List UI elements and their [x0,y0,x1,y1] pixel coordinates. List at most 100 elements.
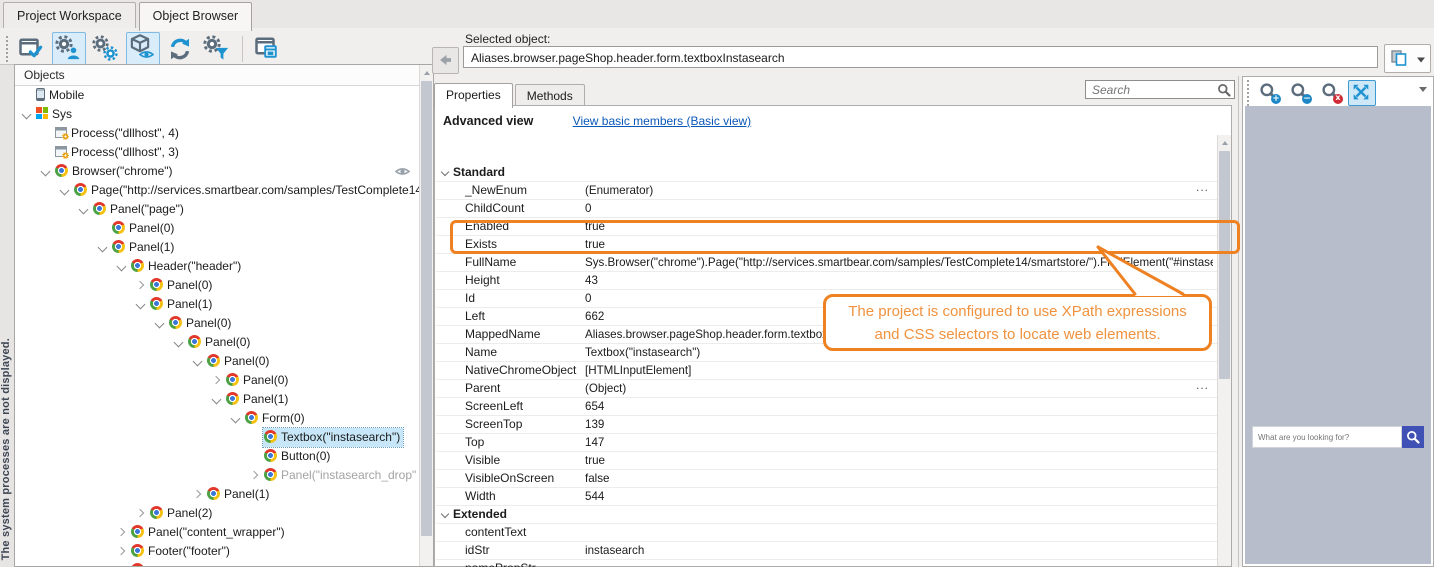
property-row-idstr[interactable]: idStrinstasearch [436,542,1217,560]
tab-methods[interactable]: Methods [515,84,585,107]
property-row-enabled[interactable]: Enabledtrue [436,218,1217,236]
tree-item-panel-1[interactable]: Panel(1) [15,485,420,504]
property-row-contenttext[interactable]: contentText [436,524,1217,542]
filter-settings-button[interactable] [200,32,234,66]
property-row-top[interactable]: Top147 [436,434,1217,452]
back-button[interactable] [432,47,459,74]
tree-item-button-0[interactable]: Button(0) [15,447,420,466]
copy-dropdown-button[interactable] [1412,44,1431,73]
toolbar-grip[interactable] [5,36,9,62]
property-row-fullname[interactable]: FullNameSys.Browser("chrome").Page("http… [436,254,1217,272]
objects-column-header[interactable]: Objects [15,65,433,86]
tree-item-panel-1[interactable]: Panel(1) [15,390,420,409]
fit-to-window-button[interactable] [1348,80,1376,106]
tree-item[interactable] [15,561,420,566]
tab-properties[interactable]: Properties [434,83,513,108]
scroll-up-arrow[interactable] [1218,137,1231,149]
collapse-expander-icon[interactable] [115,257,130,276]
tree-item-panel-0[interactable]: Panel(0) [15,352,420,371]
tree-item-header-header[interactable]: Header("header") [15,257,420,276]
property-row-parent[interactable]: Parent(Object)... [436,380,1217,398]
expand-expander-icon[interactable] [115,523,130,542]
expand-expander-icon[interactable] [115,542,130,561]
collapse-expander-icon[interactable] [39,162,54,181]
grid-scrollbar-thumb[interactable] [1219,151,1230,379]
property-row-height[interactable]: Height43 [436,272,1217,290]
preview-toolbar-grip[interactable] [1246,80,1250,106]
property-row-screenleft[interactable]: ScreenLeft654 [436,398,1217,416]
collapse-expander-icon[interactable] [134,295,149,314]
tree-scrollbar-thumb[interactable] [421,81,432,536]
tree-item-panel-0[interactable]: Panel(0) [15,333,420,352]
tree-item-sys[interactable]: Sys [15,105,420,124]
refresh-button[interactable] [163,32,197,66]
preview-search-button[interactable] [1402,426,1424,448]
tree-item-form-0[interactable]: Form(0) [15,409,420,428]
property-row-width[interactable]: Width544 [436,488,1217,506]
expand-expander-icon[interactable] [191,485,206,504]
preview-search-input[interactable] [1252,426,1402,448]
collapse-expander-icon[interactable] [172,333,187,352]
property-row-namepropstr[interactable]: namePropStr [436,560,1217,567]
property-row-visible[interactable]: Visibletrue [436,452,1217,470]
tree-item-process-dllhost-4[interactable]: Process("dllhost", 4) [15,124,420,143]
tree-item-footer-footer[interactable]: Footer("footer") [15,542,420,561]
tree-item-panel-content-wrapper[interactable]: Panel("content_wrapper") [15,523,420,542]
tab-object-browser[interactable]: Object Browser [139,2,252,31]
tree-item-mobile[interactable]: Mobile [15,86,420,105]
property-row-nativechromeobject[interactable]: NativeChromeObject[HTMLInputElement] [436,362,1217,380]
basic-view-link[interactable]: View basic members (Basic view) [573,114,752,128]
tree-item-panel-instasearch-drop[interactable]: Panel("instasearch_drop" [15,466,420,485]
zoom-in-button[interactable] [1255,79,1284,106]
system-processes-button[interactable] [89,32,123,66]
property-row-visibleonscreen[interactable]: VisibleOnScreenfalse [436,470,1217,488]
tree-item-panel-0[interactable]: Panel(0) [15,276,420,295]
expand-expander-icon[interactable] [210,371,225,390]
collapse-expander-icon[interactable] [153,314,168,333]
tree-item-panel-1[interactable]: Panel(1) [15,238,420,257]
expand-expander-icon[interactable] [134,276,149,295]
tree-item-panel-0[interactable]: Panel(0) [15,219,420,238]
expand-expander-icon[interactable] [134,504,149,523]
property-row-exists[interactable]: Existstrue [436,236,1217,254]
tree-item-process-dllhost-3[interactable]: Process("dllhost", 3) [15,143,420,162]
collapse-expander-icon[interactable] [77,200,92,219]
collapse-expander-icon[interactable] [20,105,35,124]
property-search-input[interactable] [1085,80,1235,99]
tree-item-browser-chrome[interactable]: Browser("chrome") [15,162,420,181]
tree-item-panel-page[interactable]: Panel("page") [15,200,420,219]
tree-item-textbox-instasearch[interactable]: Textbox("instasearch") [15,428,420,447]
grid-scrollbar[interactable] [1217,135,1231,566]
more-button[interactable]: ... [1196,179,1209,196]
tab-project-workspace[interactable]: Project Workspace [3,2,136,29]
window-check-button[interactable] [15,32,49,66]
property-row-newenum[interactable]: _NewEnum(Enumerator)... [436,182,1217,200]
section-extended[interactable]: Extended [436,506,1217,524]
show-objects-button[interactable] [126,32,160,66]
user-processes-button[interactable] [52,32,86,66]
property-row-screentop[interactable]: ScreenTop139 [436,416,1217,434]
process-icon [55,127,67,138]
selected-object-field[interactable]: Aliases.browser.pageShop.header.form.tex… [463,46,1378,68]
tree-item-panel-0[interactable]: Panel(0) [15,371,420,390]
zoom-out-button[interactable] [1286,79,1315,106]
section-standard[interactable]: Standard [436,164,1217,182]
tree-scrollbar[interactable] [419,65,433,566]
collapse-expander-icon[interactable] [96,238,111,257]
collapse-expander-icon[interactable] [191,352,206,371]
tree-item-panel-0[interactable]: Panel(0) [15,314,420,333]
property-row-childcount[interactable]: ChildCount0 [436,200,1217,218]
tree-item-page-http-services-smartbear-com-samples-testcomplete14-s[interactable]: Page("http://services.smartbear.com/samp… [15,181,420,200]
new-window-button[interactable] [251,32,285,66]
expand-expander-icon[interactable] [248,466,263,485]
more-button[interactable]: ... [1196,377,1209,394]
tree-item-panel-1[interactable]: Panel(1) [15,295,420,314]
zoom-reset-button[interactable] [1317,79,1346,106]
collapse-expander-icon[interactable] [210,390,225,409]
collapse-expander-icon[interactable] [58,181,73,200]
copy-button[interactable] [1384,44,1415,73]
tree-item-panel-2[interactable]: Panel(2) [15,504,420,523]
preview-menu-button[interactable] [1419,87,1427,92]
collapse-expander-icon[interactable] [229,409,244,428]
chrome-icon [131,525,144,538]
